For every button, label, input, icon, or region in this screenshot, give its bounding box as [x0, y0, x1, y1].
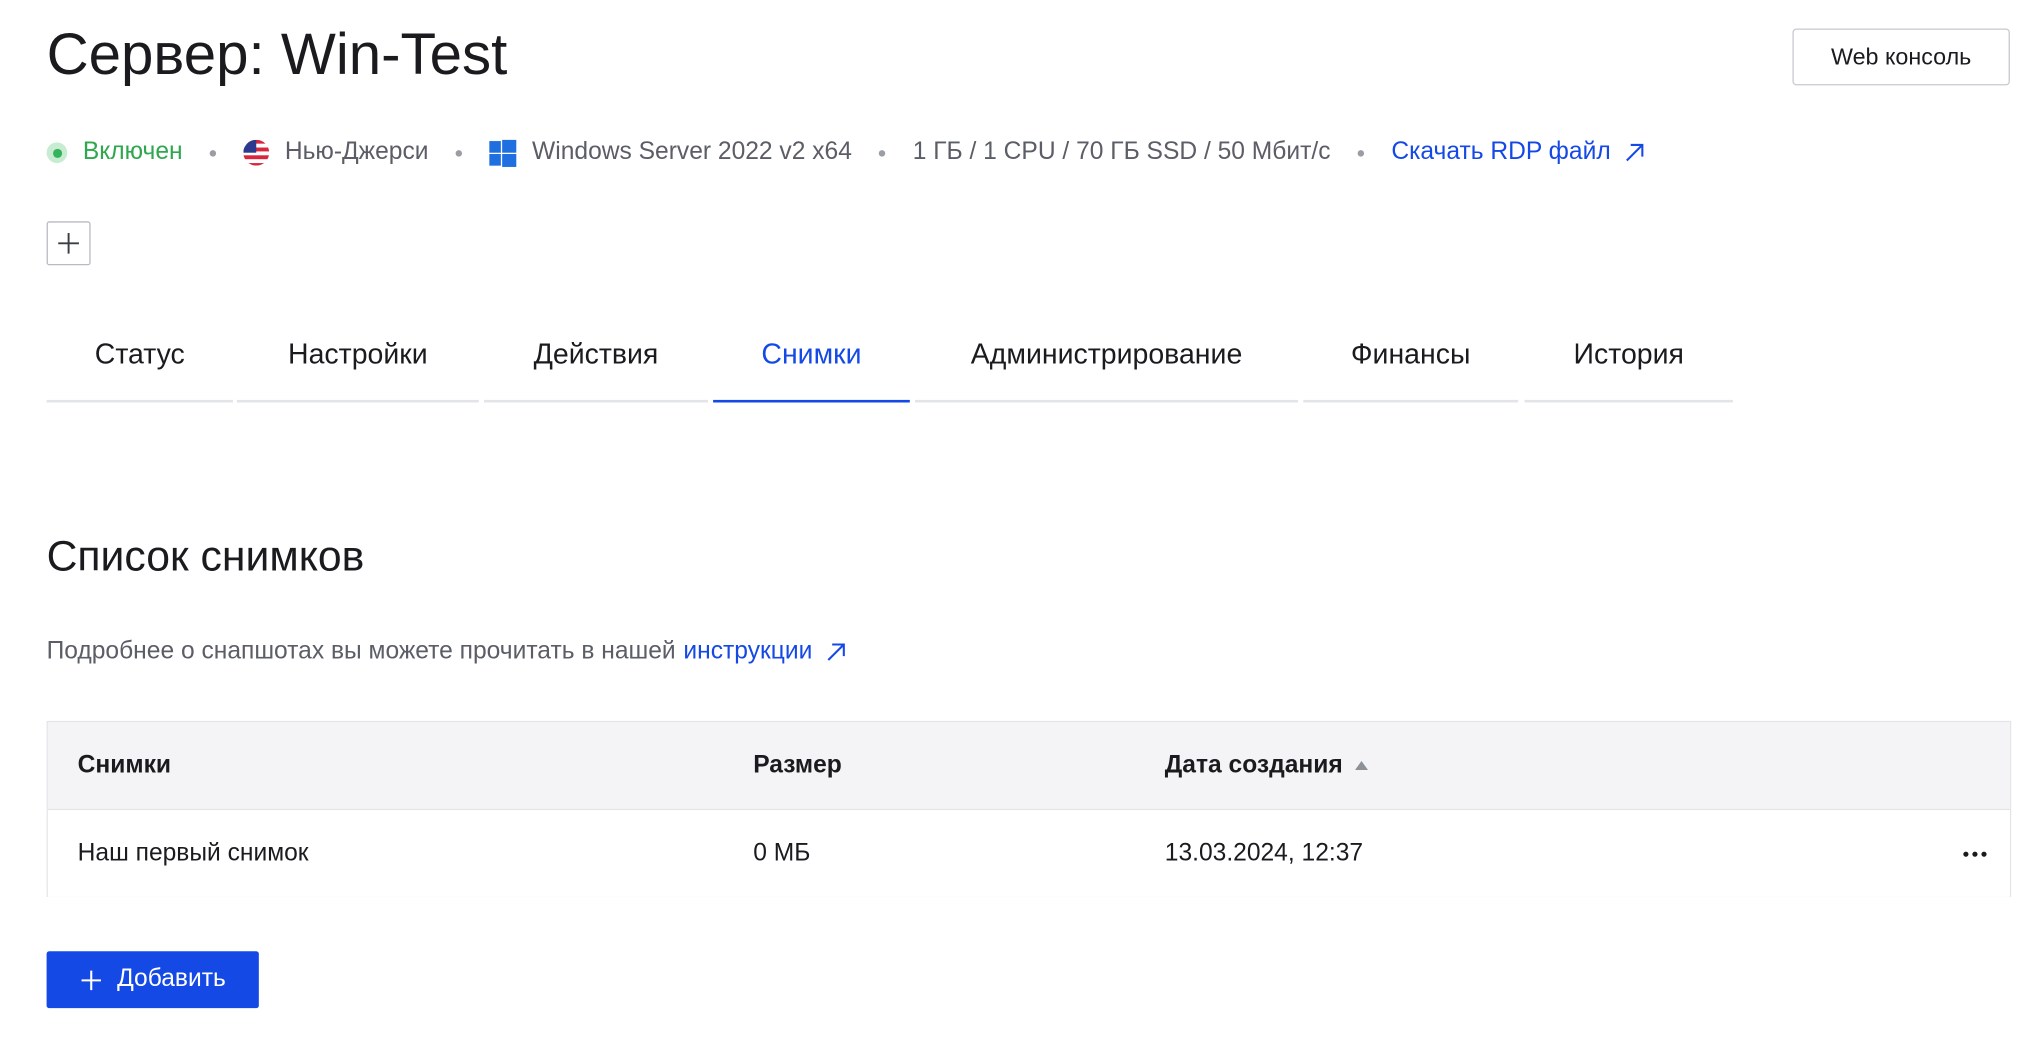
- server-os: Windows Server 2022 v2 x64: [489, 138, 852, 167]
- status-text: Включен: [82, 138, 183, 166]
- meta-separator: [1357, 149, 1365, 156]
- tab-finance[interactable]: Финансы: [1303, 317, 1519, 403]
- snapshot-size: 0 МБ: [753, 839, 811, 867]
- us-flag-icon: [243, 139, 270, 166]
- meta-separator: [209, 149, 217, 156]
- os-text: Windows Server 2022 v2 x64: [532, 138, 852, 166]
- snapshots-info: Подробнее о снапшотах вы можете прочитат…: [47, 637, 848, 668]
- tab-settings[interactable]: Настройки: [236, 317, 479, 403]
- meta-separator: [879, 149, 886, 156]
- tab-snapshots[interactable]: Снимки: [713, 317, 910, 403]
- plus-icon: [58, 232, 79, 254]
- server-specs: 1 ГБ / 1 CPU / 70 ГБ SSD / 50 Мбит/с: [912, 138, 1331, 166]
- location-text: Нью-Джерси: [284, 138, 429, 166]
- external-link-icon: [1625, 143, 1643, 162]
- tab-status[interactable]: Статус: [46, 317, 233, 403]
- web-console-button[interactable]: Web консоль: [1792, 28, 2010, 86]
- add-tag-button[interactable]: [46, 221, 91, 266]
- rdp-link-label: Скачать RDP файл: [1391, 138, 1611, 166]
- column-header-size: Размер: [753, 751, 842, 779]
- download-rdp-link[interactable]: Скачать RDP файл: [1391, 138, 1645, 166]
- instructions-link[interactable]: инструкции: [683, 637, 847, 668]
- column-header-name: Снимки: [77, 751, 171, 779]
- meta-separator: [455, 149, 463, 156]
- page-title: Сервер: Win-Test: [46, 20, 508, 87]
- server-meta: Включен Нью-Джерси Windows Server 2022 v…: [46, 135, 1646, 171]
- row-actions-button[interactable]: [1963, 810, 1987, 897]
- more-dots-icon: [1981, 850, 1987, 857]
- table-row: Наш первый снимок 0 МБ 13.03.2024, 12:37: [47, 810, 2010, 897]
- plus-icon: [80, 970, 101, 990]
- instructions-link-label: инструкции: [683, 638, 813, 666]
- add-button-label: Добавить: [117, 965, 226, 993]
- tab-actions[interactable]: Действия: [484, 317, 708, 403]
- server-status: Включен: [46, 138, 183, 166]
- status-dot-icon: [46, 142, 68, 164]
- server-location: Нью-Джерси: [243, 138, 429, 166]
- windows-logo-icon: [489, 139, 517, 167]
- info-text: Подробнее о снапшотах вы можете прочитат…: [46, 638, 676, 666]
- column-header-created[interactable]: Дата создания: [1165, 722, 1368, 809]
- more-dots-icon: [1972, 850, 1978, 857]
- section-title: Список снимков: [46, 531, 365, 580]
- snapshot-name: Наш первый снимок: [77, 839, 309, 867]
- snapshots-table: Снимки Размер Дата создания Наш первый с…: [46, 720, 2012, 897]
- tab-history[interactable]: История: [1524, 317, 1733, 403]
- tab-administration[interactable]: Администрирование: [914, 317, 1299, 403]
- column-header-created-label: Дата создания: [1164, 751, 1343, 779]
- table-header: Снимки Размер Дата создания: [47, 722, 2010, 811]
- external-link-icon: [827, 643, 845, 661]
- more-dots-icon: [1963, 850, 1969, 857]
- sort-asc-icon: [1354, 760, 1368, 771]
- add-snapshot-button[interactable]: Добавить: [46, 951, 259, 1009]
- snapshot-created: 13.03.2024, 12:37: [1164, 839, 1364, 867]
